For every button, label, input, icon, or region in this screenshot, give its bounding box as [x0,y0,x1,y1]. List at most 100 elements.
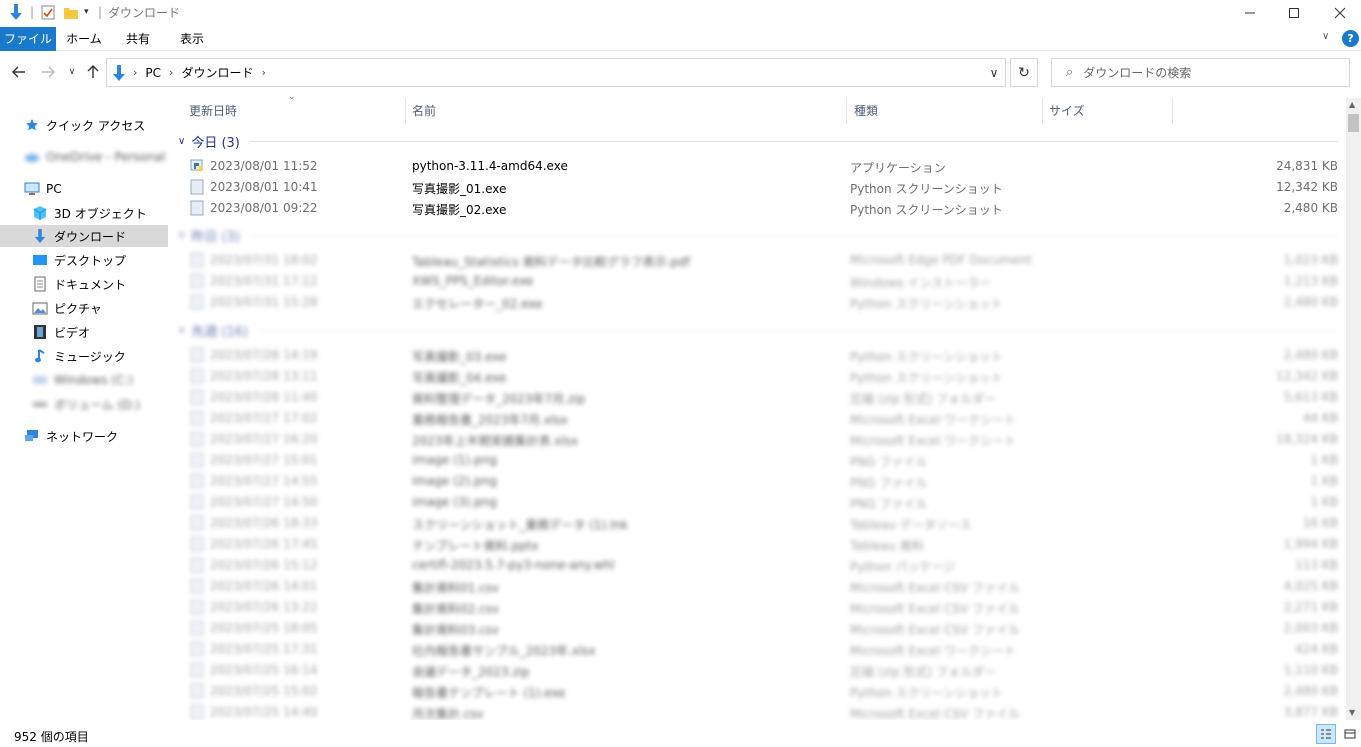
file-row[interactable]: 2023/07/25 14:40 月次集計.csv Microsoft Excel … [186,702,1338,720]
up-button[interactable] [83,62,103,82]
column-header-size[interactable]: サイズ [1049,100,1085,122]
file-row[interactable]: 2023/07/25 17:31 社内報告書サンプル_2023年.xlsx Micr… [186,639,1338,660]
nav-music[interactable]: ミュージック [0,345,168,367]
file-row[interactable]: 2023/07/25 18:05 集計資料03.csv Microsoft Exce… [186,618,1338,639]
file-type: Python スクリーンショット [850,203,1003,217]
file-list: ⌄ 更新日時 名前 種類 サイズ ∨ 今日 (3) 2023/08/01 11:… [176,92,1346,720]
group-header-2[interactable]: ∨ 昨日 (3) [176,225,1338,245]
file-row[interactable]: 2023/07/31 17:12 XWS_PPS_Editor.exe Window… [186,271,1338,292]
customize-quick-access-icon[interactable]: ▾ [84,3,89,21]
file-row[interactable]: 2023/07/26 18:33 スクリーンショット_業務データ (1).lnk T… [186,513,1338,534]
file-row[interactable]: 2023/07/27 14:55 image (2).png PNG ファイル 1 K… [186,471,1338,492]
group-header-3[interactable]: ∨ 先週 (16) [176,320,1338,340]
file-date: 2023/07/27 14:50 [210,495,318,509]
file-row[interactable]: 2023/07/27 15:01 image (1).png PNG ファイル 1 K… [186,450,1338,471]
vertical-scrollbar[interactable]: ▲ ▼ [1346,98,1361,720]
address-bar[interactable]: › PC › ダウンロード › [106,58,1006,87]
forward-button[interactable] [38,62,58,82]
file-size: 5,613 KB [1283,390,1338,404]
new-folder-icon[interactable] [63,3,79,21]
properties-icon[interactable] [40,3,56,21]
file-row[interactable]: 2023/07/27 14:50 image (3).png PNG ファイル 1 K… [186,492,1338,513]
nav-desktop[interactable]: デスクトップ [0,249,168,271]
file-row[interactable]: 2023/07/25 16:14 会議データ_2023.zip 圧縮 (zip 形式… [186,660,1338,681]
back-button[interactable] [9,62,29,82]
column-divider[interactable] [1042,98,1043,124]
collapse-chevron-icon[interactable]: ∨ [178,230,185,241]
collapse-chevron-icon[interactable]: ∨ [178,325,185,336]
file-date: 2023/07/25 15:02 [210,684,318,698]
file-date: 2023/07/26 18:33 [210,516,318,530]
column-divider[interactable] [1172,98,1173,124]
address-dropdown-button[interactable]: ∨ [982,58,1006,87]
nav-quick-access[interactable]: クイック アクセス [0,114,168,136]
file-row[interactable]: 2023/07/26 13:22 集計資料02.csv Microsoft Exce… [186,597,1338,618]
column-header-date[interactable]: 更新日時 [189,100,237,122]
collapse-chevron-icon[interactable]: ∨ [178,136,185,147]
file-row[interactable]: 2023/07/28 13:11 写真撮影_04.exe Python スクリーンシ… [186,366,1338,387]
drive-icon [32,396,48,412]
file-name: 業務報告書_2023年7月.xlsx [412,413,568,427]
nav-3d-objects[interactable]: 3D オブジェクト [0,202,168,224]
tab-view[interactable]: 表示 [168,27,216,51]
nav-onedrive[interactable]: OneDrive - Personal [0,146,168,168]
tab-file[interactable]: ファイル [0,27,56,51]
tab-share[interactable]: 共有 [114,27,162,51]
nav-drive-c[interactable]: Windows (C:) [0,369,168,391]
large-icons-view-button[interactable] [1340,724,1360,744]
file-row[interactable]: 2023/07/26 15:12 certifi-2023.5.7-py3-non… [186,555,1338,576]
file-date: 2023/07/28 13:11 [210,369,318,383]
close-button[interactable] [1317,0,1361,26]
nav-network[interactable]: ネットワーク [0,425,168,447]
details-view-button[interactable] [1316,724,1336,744]
picture-icon [32,300,48,316]
file-row[interactable]: 2023/07/26 17:45 テンプレート資料.pptx Tableau 資料 1… [186,534,1338,555]
file-row[interactable]: 2023/07/26 14:01 集計資料01.csv Microsoft Exce… [186,576,1338,597]
nav-documents[interactable]: ドキュメント [0,273,168,295]
star-icon [24,117,40,133]
minimize-button[interactable] [1227,0,1273,26]
refresh-button[interactable]: ↻ [1010,58,1038,87]
file-row[interactable]: 2023/07/28 11:40 資料整理データ_2023年7月.zip 圧縮 (z… [186,387,1338,408]
file-row[interactable]: 2023/07/27 16:20 2023年上半期実績集計表.xlsx Micros… [186,429,1338,450]
nav-pc[interactable]: PC [0,178,168,200]
nav-pictures[interactable]: ピクチャ [0,297,168,319]
file-row[interactable]: 2023/07/31 18:02 Tableau_Statistics 資料データ… [186,250,1338,271]
scroll-thumb[interactable] [1348,114,1359,132]
search-box[interactable]: ⌕ ダウンロードの検索 [1051,58,1350,87]
file-row[interactable]: 2023/08/01 11:52 python-3.11.4-amd64.exe ア… [186,156,1338,177]
breadcrumb-downloads[interactable]: ダウンロード [181,64,253,81]
tab-home[interactable]: ホーム [60,27,108,51]
column-divider[interactable] [846,98,847,124]
file-row[interactable]: 2023/07/27 17:02 業務報告書_2023年7月.xlsx Micros… [186,408,1338,429]
recent-locations-button[interactable]: ∨ [62,62,82,82]
scroll-down-icon[interactable]: ▼ [1349,708,1355,717]
nav-videos[interactable]: ビデオ [0,321,168,343]
scroll-up-icon[interactable]: ▲ [1349,100,1355,109]
file-row[interactable]: 2023/07/31 15:28 エクセレーター_02.exe Python スクリ… [186,292,1338,313]
nav-downloads[interactable]: ダウンロード [0,225,168,247]
column-header-name[interactable]: 名前 [412,100,436,122]
breadcrumb-pc[interactable]: PC [145,66,161,80]
file-name: 集計資料02.csv [412,602,500,616]
file-row[interactable]: 2023/08/01 09:22 写真撮影_02.exe Python スクリーンシ… [186,198,1338,219]
help-icon[interactable]: ? [1342,30,1359,47]
chevron-right-icon[interactable]: › [169,66,173,79]
search-icon: ⌕ [1066,65,1074,80]
column-divider[interactable] [405,98,406,124]
group-header-today[interactable]: ∨ 今日 (3) [176,131,1338,151]
nav-drive-d[interactable]: ボリューム (D:) [0,393,168,415]
file-date: 2023/08/01 11:52 [210,159,318,173]
chevron-right-icon[interactable]: › [261,66,265,79]
down-arrow-icon[interactable] [8,3,24,21]
file-row[interactable]: 2023/08/01 10:41 写真撮影_01.exe Python スクリーンシ… [186,177,1338,198]
file-size: 16 KB [1302,516,1338,530]
file-row[interactable]: 2023/07/25 15:02 報告書テンプレート (1).exe Python … [186,681,1338,702]
ribbon-expand-icon[interactable]: ∨ [1322,31,1329,42]
maximize-button[interactable] [1271,0,1317,26]
file-date: 2023/07/26 13:22 [210,600,318,614]
column-header-type[interactable]: 種類 [854,100,878,122]
file-row[interactable]: 2023/07/28 14:19 写真撮影_03.exe Python スクリーンシ… [186,345,1338,366]
item-count: 952 個の項目 [14,730,89,744]
file-date: 2023/07/27 15:01 [210,453,318,467]
